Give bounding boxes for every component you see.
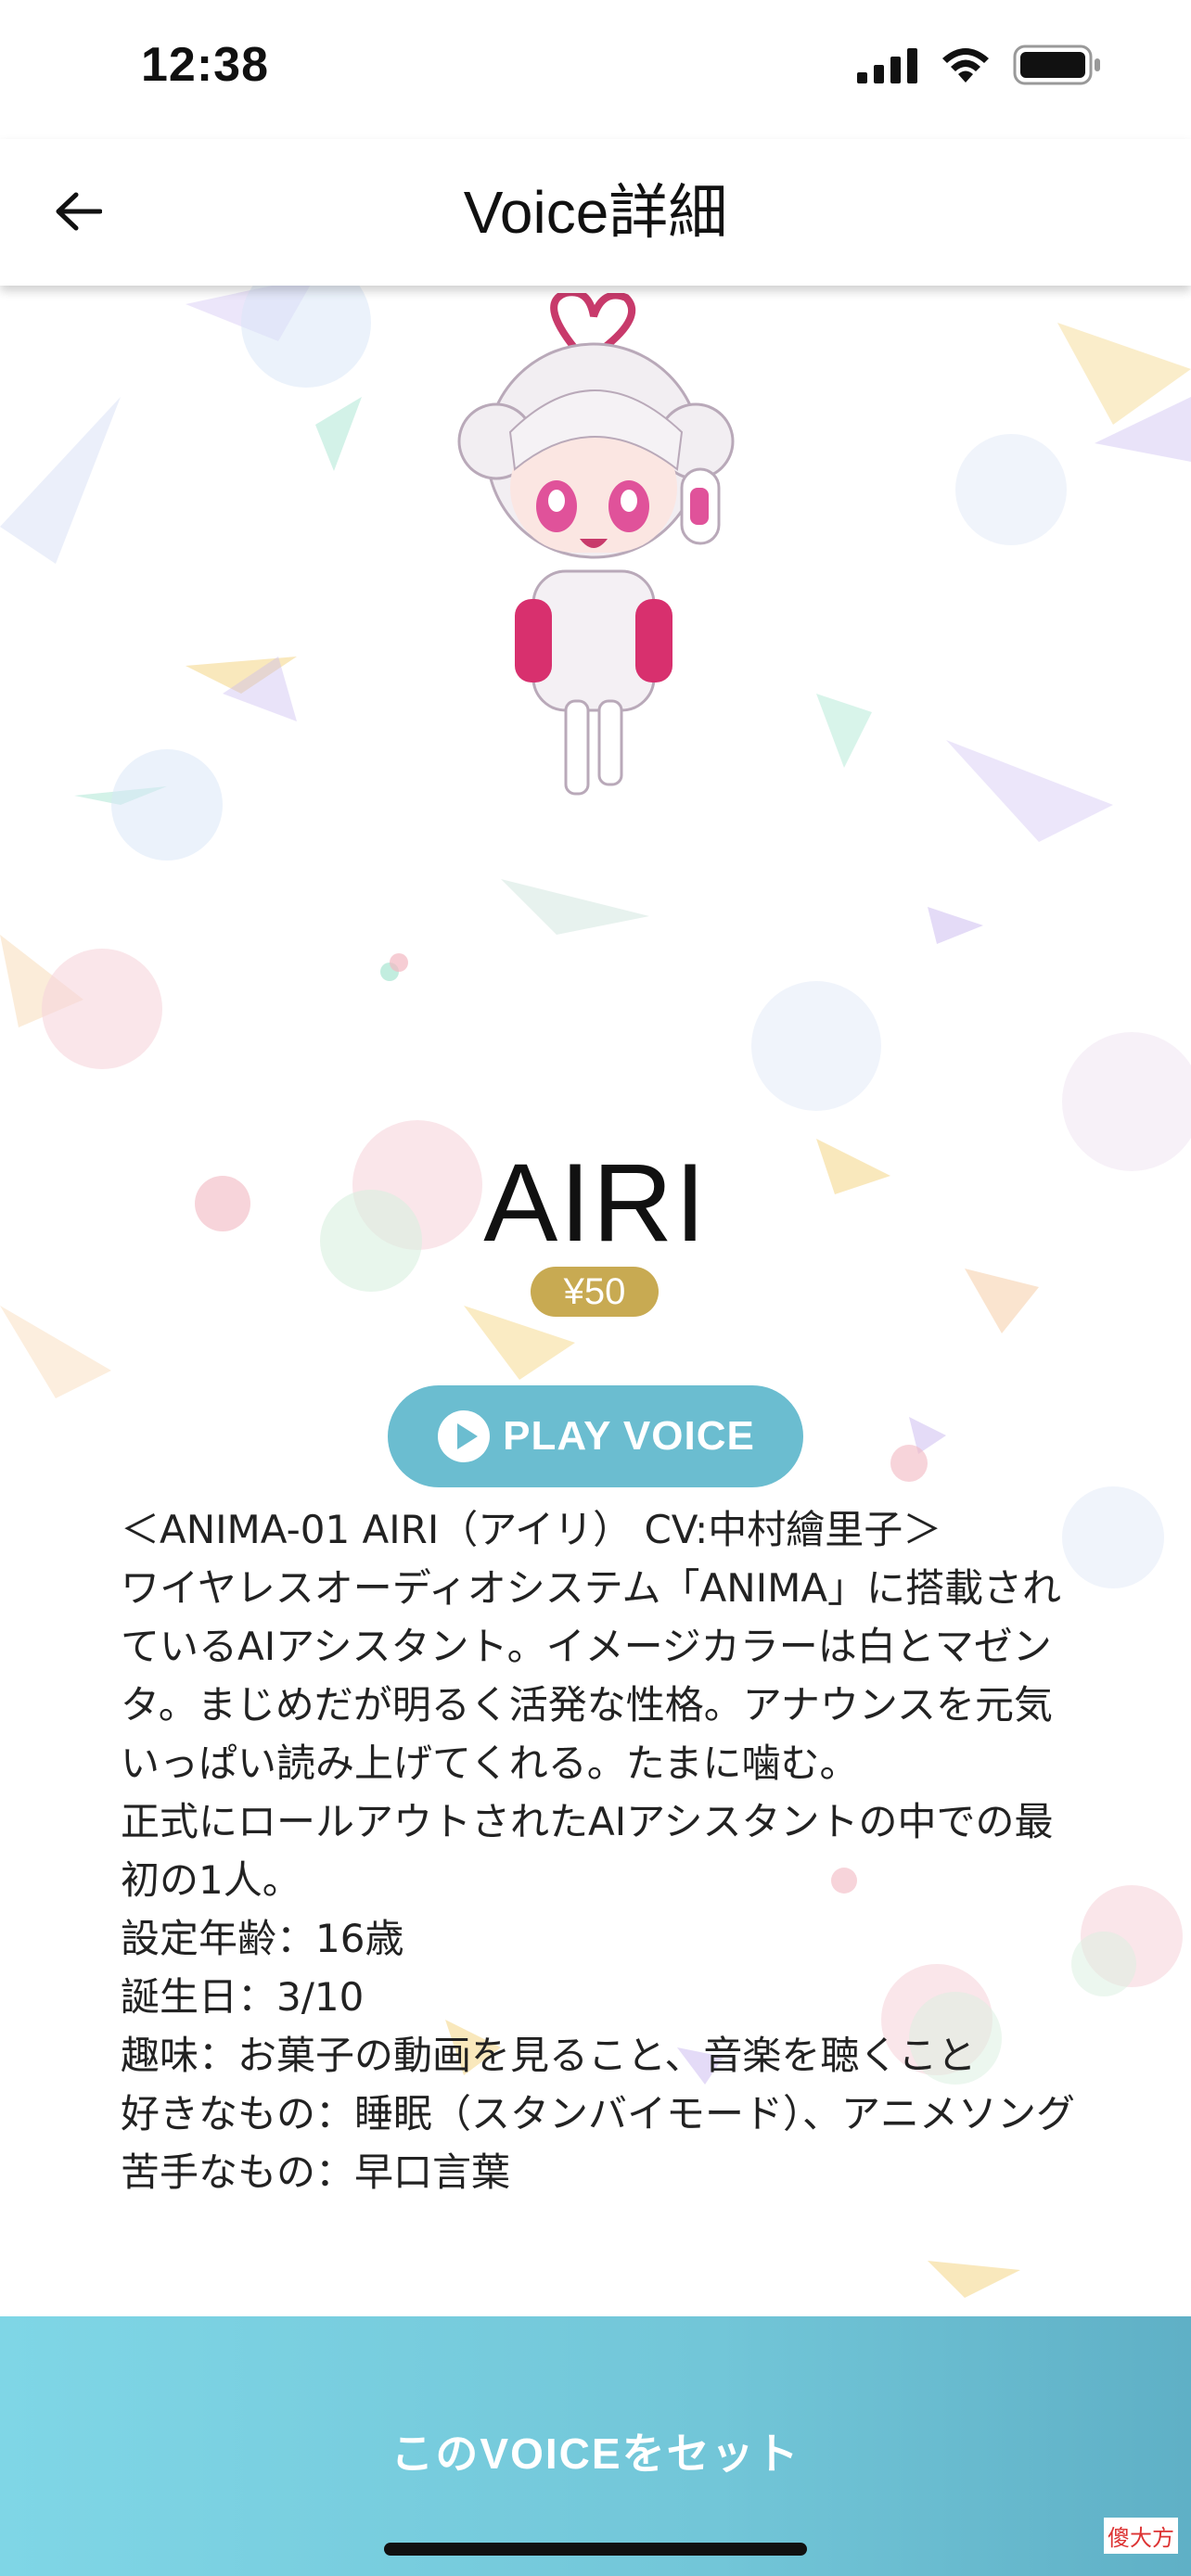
- play-voice-button[interactable]: PLAY VOICE: [388, 1385, 803, 1487]
- description-line: 苦手なもの：早口言葉: [121, 2149, 511, 2195]
- voice-detail-content[interactable]: AIRI ¥50 PLAY VOICE ＜ANIMA-01 AIRI（アイリ） …: [0, 286, 1191, 2316]
- price-badge: ¥50: [531, 1267, 659, 1317]
- status-icons: [857, 45, 1102, 85]
- cellular-signal-icon: [857, 48, 917, 83]
- description-line: ＜ANIMA-01 AIRI（アイリ） CV:中村繪里子＞: [121, 1507, 942, 1552]
- watermark-text: 傻大方: [1104, 2518, 1178, 2554]
- nav-bar: Voice詳細: [0, 139, 1191, 286]
- description-line: 設定年齢：16歳: [121, 1916, 404, 1961]
- set-voice-button[interactable]: このVOICEをセット 傻大方: [0, 2316, 1191, 2576]
- page-title: Voice詳細: [463, 179, 728, 246]
- character-name: AIRI: [483, 1141, 708, 1265]
- set-voice-label: このVOICEをセット: [391, 2429, 800, 2478]
- status-time: 12:38: [141, 38, 269, 92]
- battery-icon: [1013, 45, 1100, 85]
- character-description: ＜ANIMA-01 AIRI（アイリ） CV:中村繪里子＞ ワイヤレスオーディオ…: [121, 1500, 1076, 2201]
- description-line: 誕生日：3/10: [121, 1974, 365, 2020]
- play-circle-icon: [438, 1410, 491, 1462]
- character-illustration: [457, 293, 735, 796]
- play-voice-label: PLAY VOICE: [503, 1413, 755, 1459]
- description-line: 好きなもの：睡眠（スタンバイモード）、アニメソング: [121, 2091, 1076, 2136]
- description-line: 趣味：お菓子の動画を見ること、音楽を聴くこと: [121, 2033, 977, 2078]
- home-indicator: [384, 2543, 807, 2556]
- description-line: 正式にロールアウトされたAIアシスタントの中での最初の1人。: [121, 1799, 1054, 1903]
- description-line: ワイヤレスオーディオシステム「ANIMA」に搭載されているAIアシスタント。イメ…: [121, 1565, 1062, 1786]
- status-bar: 12:38: [0, 0, 1191, 139]
- wifi-icon: [942, 48, 989, 83]
